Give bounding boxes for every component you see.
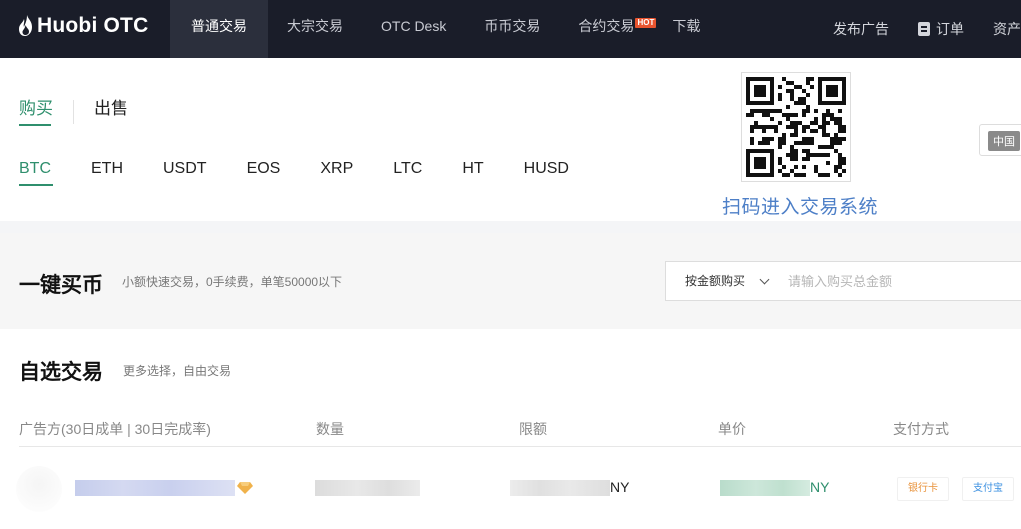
limit-currency: NY xyxy=(610,479,630,495)
column-payment: 支付方式 xyxy=(893,421,949,437)
language-chip: 中国 xyxy=(988,131,1020,151)
orders-label: 订单 xyxy=(936,21,964,37)
quick-buy-panel: 一键买币 小额快速交易，0手续费，单笔50000以下 按金额购买 xyxy=(0,233,1021,329)
column-price: 单价 xyxy=(718,421,746,437)
buy-sell-tabs: 购买 出售 xyxy=(19,98,128,126)
nav-right: 发布广告 订单 资产 xyxy=(804,0,1021,58)
table-row: NY NY 银行卡 支付宝 xyxy=(0,460,1021,520)
coin-tab-husd[interactable]: HUSD xyxy=(524,158,569,186)
order-icon xyxy=(918,22,930,36)
coin-tabs: BTC ETH USDT EOS XRP LTC HT HUSD xyxy=(19,158,609,186)
avatar[interactable] xyxy=(16,466,62,512)
nav-label: 合约交易 xyxy=(578,18,635,34)
tab-sell[interactable]: 出售 xyxy=(94,98,128,126)
assets-label: 资产 xyxy=(993,21,1021,37)
buy-mode-value: 按金额购买 xyxy=(685,274,746,288)
top-navbar: Huobi OTC 普通交易 大宗交易 OTC Desk 币币交易 合约交易 H… xyxy=(0,0,1021,58)
orders-link[interactable]: 订单 xyxy=(918,3,964,55)
language-switcher[interactable]: 中国 xyxy=(979,124,1021,156)
nav-item-otc-desk[interactable]: OTC Desk xyxy=(362,0,465,58)
post-ad-label: 发布广告 xyxy=(833,21,889,37)
nav-label: OTC Desk xyxy=(381,18,447,34)
nav-label: 大宗交易 xyxy=(287,18,343,34)
nav-item-p2p-trade[interactable]: 普通交易 xyxy=(170,0,268,58)
nav-item-block-trade[interactable]: 大宗交易 xyxy=(268,0,362,58)
nav-item-contract[interactable]: 合约交易 HOT xyxy=(559,0,657,58)
tab-divider xyxy=(73,100,74,124)
diamond-icon xyxy=(237,482,253,494)
coin-tab-eth[interactable]: ETH xyxy=(91,158,123,186)
qr-code-image xyxy=(746,77,846,177)
buy-amount-input[interactable] xyxy=(780,261,1021,301)
coin-tab-usdt[interactable]: USDT xyxy=(163,158,207,186)
ad-table-header: 广告方(30日成单 | 30日完成率) 数量 限额 单价 支付方式 xyxy=(19,415,1021,447)
nav-label: 币币交易 xyxy=(484,18,541,34)
post-ad-link[interactable]: 发布广告 xyxy=(833,3,889,55)
quantity-blurred xyxy=(315,480,420,496)
section-divider xyxy=(0,221,1021,233)
price-blurred xyxy=(720,480,810,496)
quick-buy-title: 一键买币 xyxy=(19,274,103,297)
buy-mode-select[interactable]: 按金额购买 xyxy=(665,261,781,301)
column-limit: 限额 xyxy=(519,421,547,437)
nav-label: 普通交易 xyxy=(191,18,247,34)
self-select-description: 更多选择，自由交易 xyxy=(123,364,232,378)
payment-alipay: 支付宝 xyxy=(962,477,1014,501)
coin-tab-ht[interactable]: HT xyxy=(462,158,483,186)
flame-icon xyxy=(19,15,32,36)
price-currency: NY xyxy=(810,479,830,495)
qr-caption: 扫码进入交易系统 xyxy=(722,197,879,218)
nav-item-download[interactable]: 下载 xyxy=(653,0,719,58)
advertiser-name-blurred[interactable] xyxy=(75,480,235,496)
coin-tab-btc[interactable]: BTC xyxy=(19,158,53,186)
nav-label: 下载 xyxy=(672,18,701,34)
assets-link[interactable]: 资产 xyxy=(993,3,1021,55)
main-nav: 普通交易 大宗交易 OTC Desk 币币交易 合约交易 HOT 下载 xyxy=(170,0,719,58)
coin-tab-ltc[interactable]: LTC xyxy=(393,158,422,186)
chevron-down-icon xyxy=(759,274,770,285)
tab-buy[interactable]: 购买 xyxy=(19,98,53,126)
self-select-title: 自选交易 xyxy=(19,361,103,384)
coin-tab-xrp[interactable]: XRP xyxy=(320,158,353,186)
quick-buy-description: 小额快速交易，0手续费，单笔50000以下 xyxy=(122,275,343,289)
limit-blurred xyxy=(510,480,610,496)
coin-tab-eos[interactable]: EOS xyxy=(247,158,281,186)
column-quantity: 数量 xyxy=(316,421,344,437)
qr-code xyxy=(741,72,851,182)
logo-text: Huobi OTC xyxy=(37,14,149,37)
nav-item-exchange[interactable]: 币币交易 xyxy=(465,0,559,58)
column-advertiser: 广告方(30日成单 | 30日完成率) xyxy=(19,421,211,437)
payment-bank-card: 银行卡 xyxy=(897,477,949,501)
huobi-logo[interactable]: Huobi OTC xyxy=(19,13,148,39)
